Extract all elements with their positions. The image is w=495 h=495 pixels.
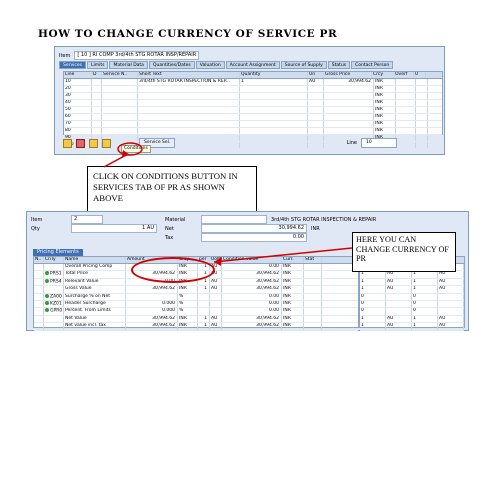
conditions-button-highlight [117, 142, 143, 156]
annotation-arrows [103, 142, 353, 266]
arrow-to-currency [213, 247, 353, 263]
arrow-head-conditions [122, 150, 130, 157]
arrow-head-currency [214, 257, 222, 266]
